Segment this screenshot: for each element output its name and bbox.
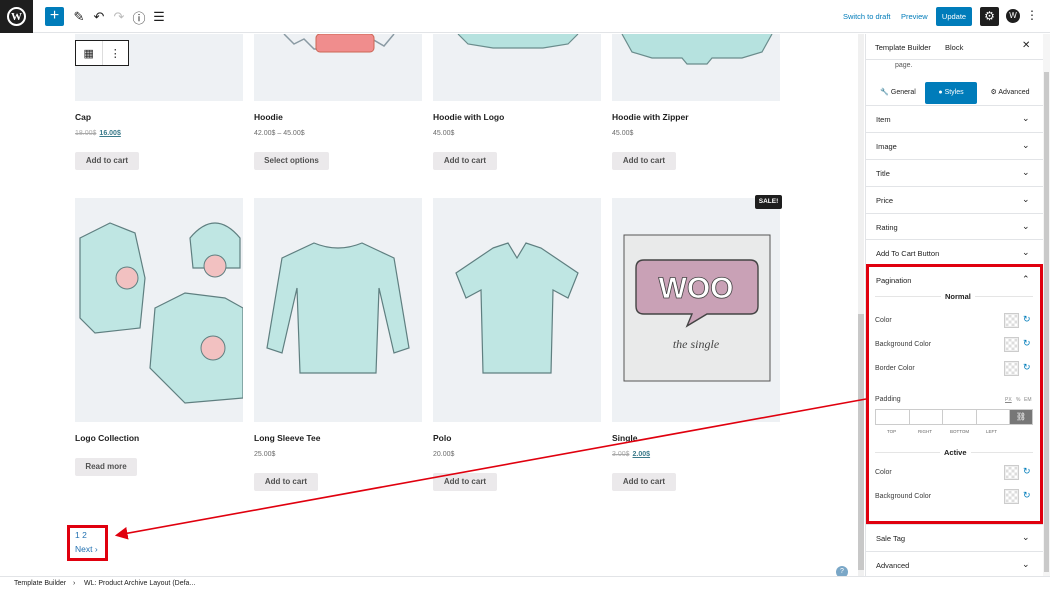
tab-styles[interactable]: ● Styles	[925, 82, 977, 104]
sale-badge: SALE!	[755, 195, 782, 209]
chevron-down-icon: ⌄	[1022, 194, 1030, 204]
add-to-cart-button[interactable]: Add to cart	[612, 473, 676, 491]
product-price: 20.00$	[433, 451, 455, 458]
pagination-next-link[interactable]: Next ›	[75, 544, 98, 554]
woo-logo-text: WOO	[659, 272, 734, 305]
wrench-icon: 🔧	[880, 89, 889, 96]
plugin-icon[interactable]: W	[1006, 9, 1020, 23]
long-sleeve-tee-illustration	[266, 242, 410, 374]
close-icon[interactable]: ✕	[1022, 40, 1030, 51]
polo-illustration	[455, 242, 579, 374]
product-price: 3.00$ 2.00$	[612, 451, 651, 458]
editor-header: W + ✎ ↶ ↷ ⓘ ☰ Switch to draft Preview Up…	[0, 0, 1050, 33]
block-description: page.	[895, 62, 913, 69]
product-title[interactable]: Logo Collection	[75, 433, 139, 443]
breadcrumb: Template Builder › WL: Product Archive L…	[0, 576, 1050, 590]
chevron-down-icon: ⌄	[1022, 247, 1030, 257]
panel-title[interactable]: Title ⌄	[866, 159, 1043, 186]
hoodie-logo-illustration	[457, 34, 579, 49]
breadcrumb-template-builder[interactable]: Template Builder	[14, 580, 66, 587]
styles-icon: ●	[938, 89, 943, 96]
grid-block-icon[interactable]: ▦	[76, 41, 102, 65]
product-image-long-sleeve-tee[interactable]	[254, 198, 422, 422]
product-image-logo-collection[interactable]	[75, 198, 243, 422]
switch-to-draft-button[interactable]: Switch to draft	[843, 12, 891, 21]
product-price: 45.00$	[433, 130, 455, 137]
chevron-down-icon: ⌄	[1022, 559, 1030, 569]
product-price: 45.00$	[612, 130, 634, 137]
pagination-page-numbers[interactable]: 1 2	[75, 530, 87, 540]
chevron-down-icon: ⌄	[1022, 167, 1030, 177]
add-block-button[interactable]: +	[45, 7, 64, 26]
product-title[interactable]: Hoodie	[254, 112, 283, 122]
chevron-down-icon: ⌄	[1022, 140, 1030, 150]
hoodie-illustration	[283, 34, 395, 53]
product-price: 18.00$ 16.00$	[75, 130, 121, 137]
hoodie-zipper-illustration	[621, 34, 773, 65]
chevron-down-icon: ⌄	[1022, 113, 1030, 123]
breadcrumb-product-archive[interactable]: WL: Product Archive Layout (Defa...	[84, 580, 195, 587]
canvas-scrollbar[interactable]	[858, 34, 864, 576]
undo-icon[interactable]: ↶	[90, 8, 108, 26]
update-button[interactable]: Update	[936, 7, 972, 26]
product-image-single[interactable]: WOO the single	[612, 198, 780, 422]
add-to-cart-button[interactable]: Add to cart	[433, 473, 497, 491]
add-to-cart-button[interactable]: Add to cart	[612, 152, 676, 170]
editor-canvas: ▦ ⋮ Cap 18.00$ 16.00$ Add to cart Hoodie …	[0, 34, 858, 576]
product-title[interactable]: Hoodie with Zipper	[612, 112, 689, 122]
panel-price[interactable]: Price ⌄	[866, 186, 1043, 213]
product-price: 42.00$ – 45.00$	[254, 130, 305, 137]
product-title[interactable]: Hoodie with Logo	[433, 112, 504, 122]
chevron-down-icon: ⌄	[1022, 221, 1030, 231]
preview-button[interactable]: Preview	[901, 12, 928, 21]
woo-logo-subtitle: the single	[673, 337, 720, 351]
panel-rating[interactable]: Rating ⌄	[866, 213, 1043, 240]
panel-sale-tag[interactable]: Sale Tag ⌄	[866, 524, 1043, 551]
panel-item[interactable]: Item ⌄	[866, 105, 1043, 132]
product-image-hoodie[interactable]	[254, 34, 422, 101]
wordpress-logo-icon[interactable]: W	[0, 0, 33, 33]
panel-image[interactable]: Image ⌄	[866, 132, 1043, 159]
list-view-icon[interactable]: ☰	[150, 8, 168, 26]
sidebar-scrollbar[interactable]	[1043, 34, 1050, 576]
pagination-highlight-box	[67, 525, 108, 561]
product-image-hoodie-zipper[interactable]	[612, 34, 780, 101]
panel-add-to-cart-button[interactable]: Add To Cart Button ⌄	[866, 239, 1043, 266]
gear-icon: ⚙	[990, 89, 997, 96]
block-toolbar: ▦ ⋮	[75, 40, 129, 66]
redo-icon[interactable]: ↷	[110, 8, 128, 26]
add-to-cart-button[interactable]: Add to cart	[433, 152, 497, 170]
settings-gear-icon[interactable]: ⚙	[980, 7, 999, 26]
read-more-button[interactable]: Read more	[75, 458, 137, 476]
style-tabs: 🔧 General ● Styles ⚙ Advanced	[871, 82, 1039, 106]
product-title[interactable]: Long Sleeve Tee	[254, 433, 320, 443]
add-to-cart-button[interactable]: Add to cart	[75, 152, 139, 170]
tab-general[interactable]: 🔧 General	[873, 82, 923, 104]
logo-collection-illustration	[79, 222, 243, 404]
product-image-polo[interactable]	[433, 198, 601, 422]
edit-pencil-icon[interactable]: ✎	[70, 8, 88, 26]
chevron-down-icon: ⌄	[1022, 532, 1030, 542]
sidebar-tabs: Template Builder Block ✕	[866, 34, 1043, 60]
add-to-cart-button[interactable]: Add to cart	[254, 473, 318, 491]
more-options-icon[interactable]: ⋮	[1026, 8, 1038, 22]
product-title[interactable]: Single	[612, 433, 638, 443]
tab-advanced[interactable]: ⚙ Advanced	[981, 82, 1039, 104]
product-image-hoodie-logo[interactable]	[433, 34, 601, 101]
panel-advanced[interactable]: Advanced ⌄	[866, 551, 1043, 576]
tab-template-builder[interactable]: Template Builder	[875, 43, 931, 52]
info-icon[interactable]: ⓘ	[130, 8, 148, 26]
tab-block[interactable]: Block	[945, 43, 963, 52]
pagination-panel-highlight	[866, 264, 1043, 524]
block-more-icon[interactable]: ⋮	[101, 41, 129, 65]
product-title[interactable]: Polo	[433, 433, 451, 443]
woo-single-illustration: WOO the single	[623, 234, 771, 382]
breadcrumb-separator: ›	[73, 580, 76, 587]
select-options-button[interactable]: Select options	[254, 152, 329, 170]
product-title[interactable]: Cap	[75, 112, 91, 122]
product-price: 25.00$	[254, 451, 276, 458]
